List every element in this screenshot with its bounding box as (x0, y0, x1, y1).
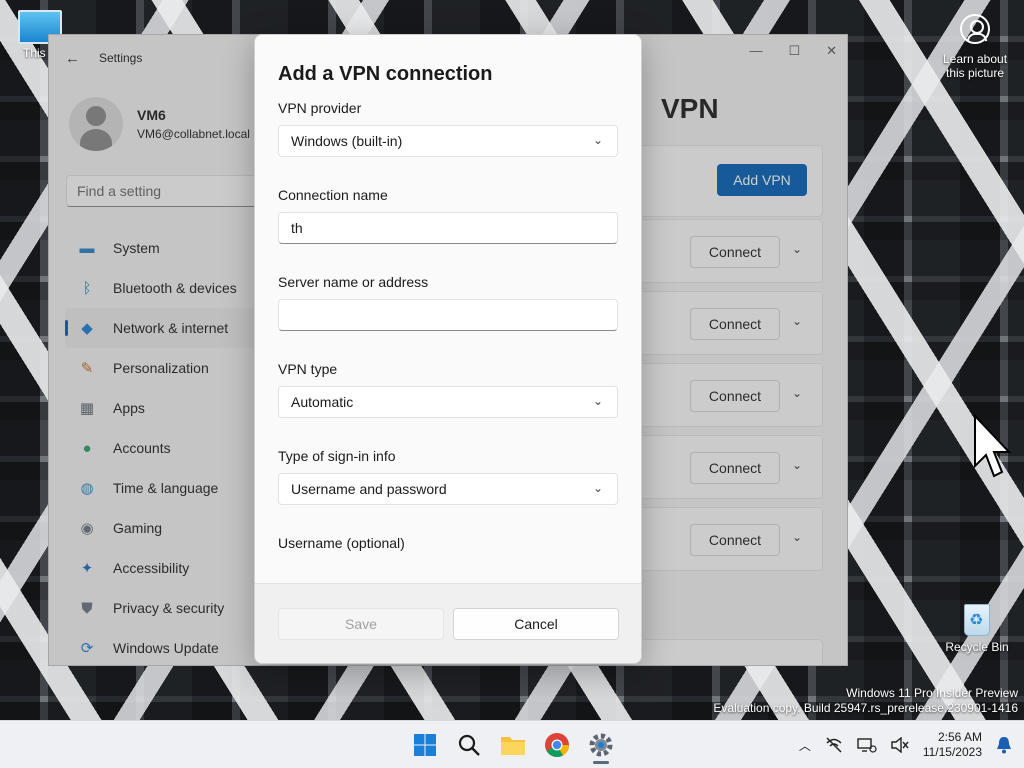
watermark-line: Windows 11 Pro Insider Preview (846, 686, 1018, 700)
signin-type-value: Username and password (291, 481, 447, 497)
chevron-down-icon: ⌄ (592, 133, 603, 147)
windows-watermark: Windows 11 Pro Insider Preview Evaluatio… (713, 686, 1018, 716)
vpn-provider-label: VPN provider (278, 100, 362, 116)
vpn-provider-value: Windows (built-in) (291, 133, 403, 149)
connection-name-input[interactable]: th (278, 212, 618, 244)
signin-type-label: Type of sign-in info (278, 448, 396, 464)
search-icon (458, 734, 480, 756)
signin-type-select[interactable]: Username and password ⌄ (278, 473, 618, 505)
cancel-button[interactable]: Cancel (453, 608, 619, 640)
recycle-bin-icon (964, 604, 990, 636)
chevron-down-icon: ⌄ (592, 394, 603, 408)
windows-logo-icon (414, 734, 436, 756)
gear-icon (589, 733, 613, 757)
vpn-type-label: VPN type (278, 361, 338, 377)
chevron-down-icon: ⌄ (592, 481, 603, 495)
clock[interactable]: 2:56 AM 11/15/2023 (923, 730, 982, 760)
desktop-icon-label: Recycle Bin (945, 640, 1009, 654)
clock-date: 11/15/2023 (922, 745, 982, 759)
learn-about-picture-icon (960, 14, 990, 44)
system-tray: ︿ 2:56 AM 11/15/2023 (799, 721, 1012, 768)
add-vpn-dialog: Add a VPN connection VPN provider Window… (254, 34, 642, 664)
mouse-pointer-icon (974, 414, 1012, 478)
vpn-type-value: Automatic (291, 394, 354, 410)
taskbar-file-explorer[interactable] (499, 731, 527, 759)
connection-name-label: Connection name (278, 187, 388, 203)
network-offline-icon[interactable] (825, 737, 843, 753)
notification-bell-icon[interactable] (996, 736, 1012, 754)
taskbar: ︿ 2:56 AM 11/15/2023 (0, 720, 1024, 768)
vpn-provider-select[interactable]: Windows (built-in) ⌄ (278, 125, 618, 157)
display-network-icon[interactable] (857, 737, 877, 753)
server-address-label: Server name or address (278, 274, 429, 290)
taskbar-settings[interactable] (587, 731, 615, 764)
desktop-icon-label: Learn about this picture (942, 52, 1008, 80)
dialog-title: Add a VPN connection (278, 63, 493, 85)
server-address-input[interactable] (278, 299, 618, 331)
volume-muted-icon[interactable] (891, 737, 909, 753)
folder-icon (501, 737, 525, 755)
dialog-footer: Save Cancel (255, 583, 641, 663)
clock-time: 2:56 AM (937, 730, 982, 744)
chevron-up-icon[interactable]: ︿ (799, 737, 811, 754)
desktop-icon-learn-about-picture[interactable]: Learn about this picture (934, 14, 1016, 80)
taskbar-search-button[interactable] (455, 731, 483, 759)
vpn-type-select[interactable]: Automatic ⌄ (278, 386, 618, 418)
start-button[interactable] (411, 731, 439, 759)
chrome-icon (545, 733, 569, 758)
username-label: Username (optional) (278, 535, 405, 551)
taskbar-chrome[interactable] (543, 731, 571, 759)
desktop-icon-recycle-bin[interactable]: Recycle Bin (942, 604, 1012, 654)
active-app-indicator (593, 761, 609, 764)
watermark-line: Evaluation copy. Build 25947.rs_prerelea… (713, 701, 1018, 715)
save-button[interactable]: Save (278, 608, 444, 640)
